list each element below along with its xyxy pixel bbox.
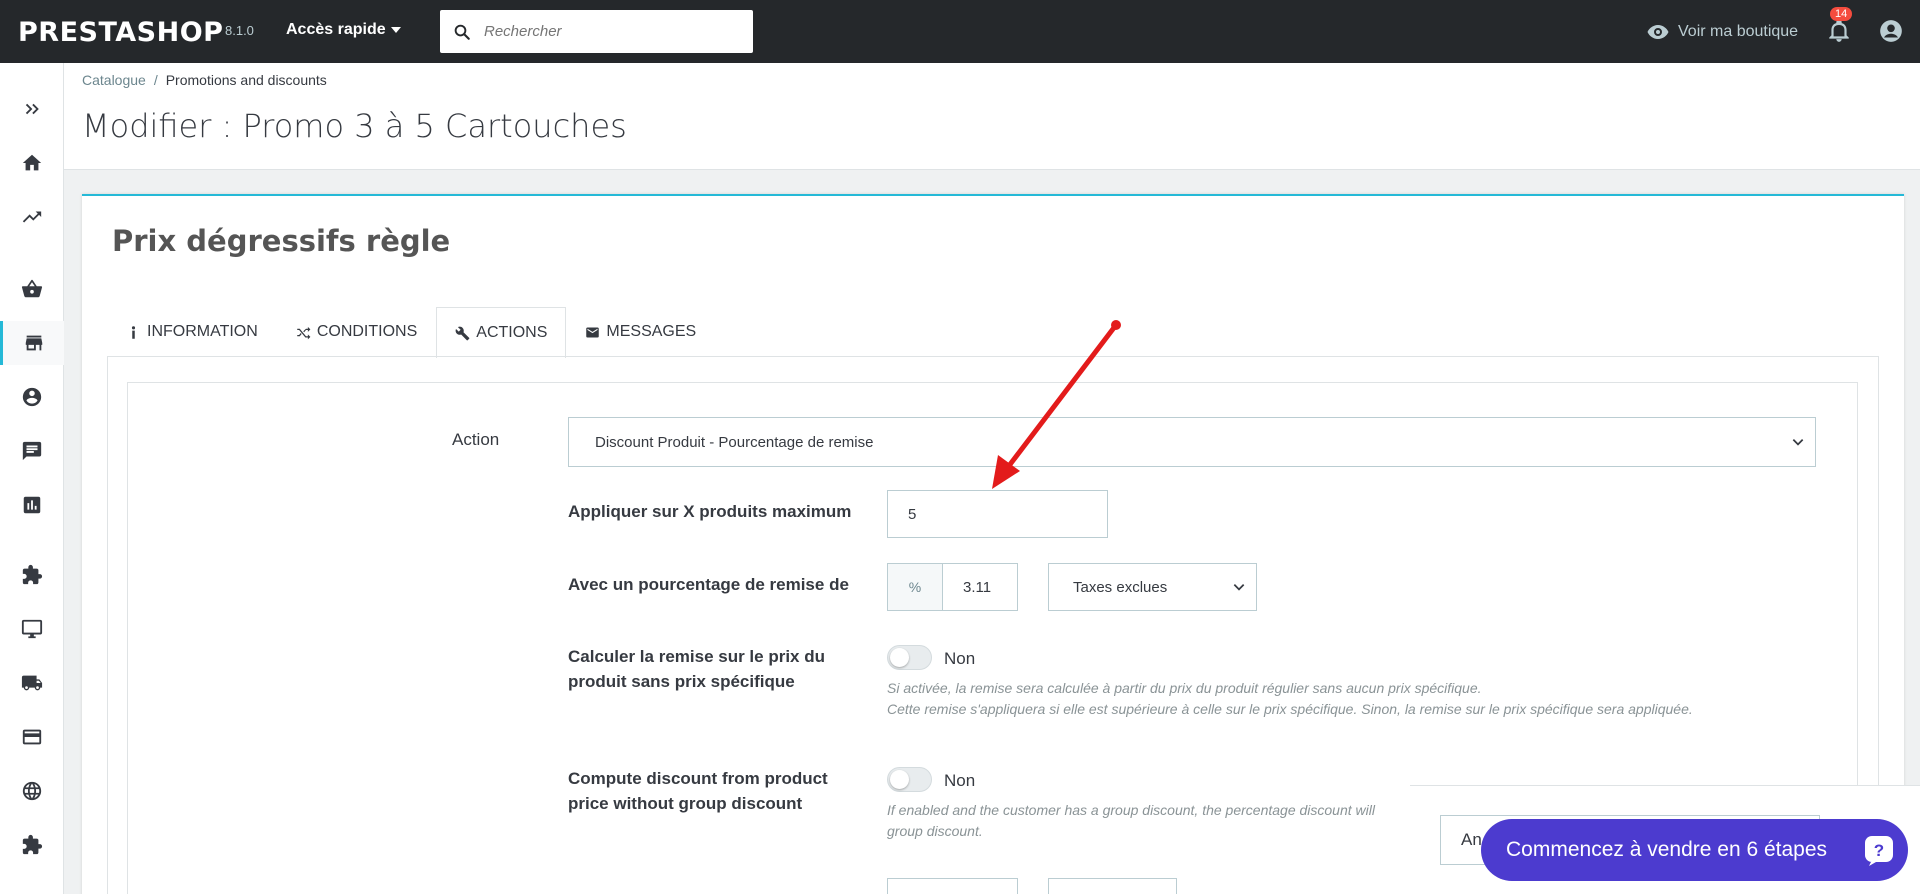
customer-icon[interactable] [0, 375, 64, 419]
basket-icon[interactable] [0, 267, 64, 311]
wrench-icon [455, 326, 470, 340]
group-discount-label: Compute discount from product price with… [568, 766, 828, 816]
page-header: Catalogue / Promotions and discounts Modif… [64, 63, 1920, 170]
extra-input-left[interactable] [887, 878, 1018, 894]
action-label: Action [452, 430, 500, 449]
search-icon[interactable] [440, 23, 484, 41]
tab-bar: Information Conditions Actions Messages [107, 306, 715, 358]
envelope-icon [586, 327, 600, 337]
specific-price-help: Si activée, la remise sera calculée à pa… [887, 678, 1693, 720]
toggle-knob [890, 648, 909, 667]
onboarding-cta-button[interactable]: Commencez à vendre en 6 étapes ? [1481, 819, 1908, 881]
extensions-icon[interactable] [0, 823, 64, 867]
tab-messages-label: Messages [606, 323, 697, 340]
view-shop-link[interactable]: Voir ma boutique [1646, 20, 1798, 44]
view-shop-label: Voir ma boutique [1678, 23, 1799, 40]
group-discount-help-line2: group discount. [887, 823, 983, 839]
chat-icon[interactable] [0, 429, 64, 473]
sidebar [0, 63, 64, 894]
tab-information[interactable]: Information [107, 306, 277, 357]
shuffle-icon [297, 326, 311, 339]
tab-information-label: Information [147, 323, 258, 340]
percent-addon: % [887, 563, 943, 611]
card-title: Prix dégressifs règle [112, 224, 451, 258]
specific-price-label-line1: Calculer la remise sur le prix du [568, 647, 826, 666]
version-label: 8.1.0 [225, 23, 254, 38]
design-icon[interactable] [0, 607, 64, 651]
breadcrumb-separator: / [153, 72, 158, 88]
specific-price-toggle[interactable] [887, 645, 932, 670]
group-discount-toggle[interactable] [887, 767, 932, 792]
percent-input[interactable]: 3.11 [942, 563, 1018, 611]
specific-price-state: Non [944, 649, 976, 668]
eye-icon [1647, 25, 1669, 39]
page-title: Modifier : Promo 3 à 5 Cartouches [82, 107, 627, 145]
breadcrumb-catalogue[interactable]: Catalogue [82, 72, 146, 88]
trending-icon[interactable] [0, 195, 64, 239]
modules-icon[interactable] [0, 553, 64, 597]
tab-conditions-label: Conditions [316, 323, 418, 340]
onboarding-cta-label: Commencez à vendre en 6 étapes [1506, 838, 1828, 861]
payment-icon[interactable] [0, 715, 64, 759]
quick-access-label: Accès rapide [286, 21, 386, 38]
top-bar: PRESTASHOP 8.1.0 Accès rapide Voir ma bo… [0, 0, 1920, 63]
search-box [440, 10, 753, 53]
max-products-input[interactable]: 5 [887, 490, 1108, 538]
breadcrumb: Catalogue / Promotions and discounts [82, 72, 327, 88]
specific-price-help-line2: Cette remise s'appliquera si elle est su… [887, 701, 1693, 717]
tab-messages[interactable]: Messages [566, 306, 715, 357]
store-icon[interactable] [0, 321, 64, 365]
chevron-down-icon [1233, 584, 1245, 591]
action-select-value: Discount Produit - Pourcentage de remise [595, 433, 874, 451]
action-select[interactable]: Discount Produit - Pourcentage de remise [568, 417, 1816, 467]
user-account-icon[interactable] [1878, 18, 1904, 49]
group-discount-label-line2: price without group discount [568, 794, 803, 813]
chevron-down-icon [1792, 439, 1804, 446]
specific-price-label-line2: produit sans prix spécifique [568, 672, 795, 691]
svg-text:?: ? [1874, 841, 1884, 860]
tab-actions-label: Actions [476, 324, 548, 341]
specific-price-label: Calculer la remise sur le prix du produi… [568, 644, 825, 694]
extra-input-right[interactable] [1048, 878, 1177, 894]
shipping-icon[interactable] [0, 661, 64, 705]
search-input[interactable] [484, 23, 734, 40]
annotation-arrow [992, 320, 1121, 489]
percent-label: Avec un pourcentage de remise de [568, 575, 849, 594]
sidebar-expand-icon[interactable] [0, 87, 64, 131]
group-discount-label-line1: Compute discount from product [568, 769, 828, 788]
home-icon[interactable] [0, 141, 64, 185]
globe-icon[interactable] [0, 769, 64, 813]
tab-conditions[interactable]: Conditions [277, 306, 436, 357]
toggle-knob [890, 770, 909, 789]
help-chat-icon: ? [1865, 836, 1893, 866]
group-discount-help-line1: If enabled and the customer has a group … [887, 802, 1375, 818]
breadcrumb-current[interactable]: Promotions and discounts [166, 72, 327, 88]
max-products-label: Appliquer sur X produits maximum [568, 502, 852, 521]
group-discount-state: Non [944, 771, 976, 790]
prestashop-logo[interactable]: PRESTASHOP [18, 17, 223, 48]
stats-icon[interactable] [0, 483, 64, 527]
group-discount-help: If enabled and the customer has a group … [887, 800, 1375, 842]
tab-actions[interactable]: Actions [436, 307, 567, 358]
tax-select[interactable]: Taxes exclues [1048, 563, 1257, 611]
notification-badge: 14 [1830, 7, 1853, 21]
caret-down-icon [390, 26, 401, 33]
quick-access-menu[interactable]: Accès rapide [286, 21, 401, 39]
info-icon [131, 325, 136, 339]
tax-select-value: Taxes exclues [1073, 578, 1168, 596]
specific-price-help-line1: Si activée, la remise sera calculée à pa… [887, 680, 1482, 696]
bell-icon[interactable] [1826, 18, 1852, 49]
